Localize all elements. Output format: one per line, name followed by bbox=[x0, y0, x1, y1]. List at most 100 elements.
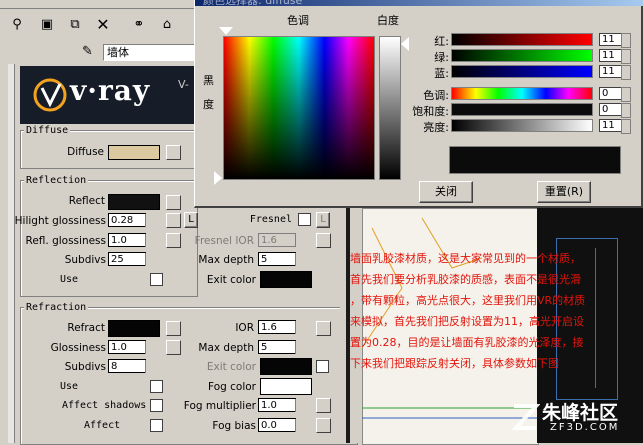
assign-icon[interactable]: ⧉ bbox=[66, 16, 84, 34]
refl-max-depth-input[interactable]: 5 bbox=[258, 252, 304, 266]
fog-bias-input[interactable]: 0.0 bbox=[258, 418, 304, 432]
hue-pointer-icon[interactable] bbox=[219, 27, 233, 35]
refl-exit-color-label: Exit color bbox=[206, 274, 256, 286]
annotation-line: 置为0.28，目的是让墙面有乳胶漆的光泽度，接 bbox=[350, 336, 584, 349]
hue-header: 色调 bbox=[287, 14, 309, 27]
refr-exit-color-swatch[interactable] bbox=[260, 358, 312, 375]
reflect-label: Reflect bbox=[68, 195, 105, 207]
color-picker-dialog: 颜色选择器: diffuse 色调 白度 黑 度 红: 11 绿: 11 蓝: … bbox=[194, 0, 643, 208]
refr-use-label: Use bbox=[60, 381, 79, 392]
red-bar[interactable] bbox=[451, 33, 593, 46]
red-input[interactable]: 11 bbox=[599, 33, 631, 48]
refl-max-depth-label: Max depth bbox=[198, 254, 254, 266]
refl-use-checkbox[interactable] bbox=[150, 273, 163, 286]
green-bar[interactable] bbox=[451, 49, 593, 62]
refract-map-button[interactable] bbox=[166, 321, 181, 336]
refl-subdivs-input[interactable]: 25 bbox=[108, 252, 154, 266]
refl-gloss-map-button[interactable] bbox=[166, 233, 181, 248]
diffuse-color-swatch[interactable] bbox=[108, 145, 160, 160]
whiteness-header: 白度 bbox=[377, 14, 399, 27]
hue-blackness-field[interactable] bbox=[223, 36, 375, 180]
whiteness-pointer-icon[interactable] bbox=[401, 37, 409, 51]
value-bar[interactable] bbox=[451, 119, 593, 132]
refr-max-depth-input[interactable]: 5 bbox=[258, 340, 304, 354]
refr-subdivs-label: Subdivs bbox=[64, 361, 106, 373]
put-icon[interactable]: ▣ bbox=[38, 16, 56, 34]
saturation-label: 饱和度: bbox=[412, 105, 449, 118]
refr-use-checkbox[interactable] bbox=[150, 380, 163, 393]
affect-checkbox[interactable] bbox=[150, 419, 163, 432]
hilight-glossiness-input[interactable]: 0.28 bbox=[108, 213, 154, 227]
reset-button[interactable]: 重置(R) bbox=[537, 181, 591, 203]
refr-subdivs-input[interactable]: 8 bbox=[108, 359, 154, 373]
refl-exit-color-swatch[interactable] bbox=[260, 271, 312, 288]
refl-subdivs-label: Subdivs bbox=[64, 254, 106, 266]
top-toolbar: ⚲ ▣ ⧉ ✕ ⚭ ⌂ bbox=[0, 0, 200, 44]
blackness-pointer-icon[interactable] bbox=[214, 171, 222, 185]
fog-bias-map-button[interactable] bbox=[316, 418, 331, 433]
annotation-line: 下来我们把跟踪反射关闭，具体参数如下图 bbox=[350, 357, 559, 370]
green-label: 绿: bbox=[434, 51, 449, 64]
reflect-color-swatch[interactable] bbox=[108, 194, 160, 210]
hue-bar[interactable] bbox=[451, 87, 593, 100]
value-label: 亮度: bbox=[423, 121, 449, 134]
blue-bar[interactable] bbox=[451, 65, 593, 78]
fog-color-swatch[interactable] bbox=[260, 378, 312, 395]
fog-multiplier-input[interactable]: 1.0 bbox=[258, 398, 304, 412]
saturation-bar[interactable] bbox=[451, 103, 593, 116]
fresnel-ior-map-button[interactable] bbox=[316, 233, 331, 248]
ior-map-button[interactable] bbox=[316, 321, 331, 336]
glossiness-input[interactable]: 1.0 bbox=[108, 340, 154, 354]
diffuse-label: Diffuse bbox=[67, 146, 104, 158]
vray-logo: v·ray V- bbox=[20, 66, 196, 124]
refr-exit-color-checkbox[interactable] bbox=[316, 360, 329, 373]
green-input[interactable]: 11 bbox=[599, 49, 631, 64]
fog-bias-label: Fog bias bbox=[212, 420, 256, 432]
eyedropper-icon[interactable]: ✎ bbox=[82, 44, 93, 59]
refract-label: Refract bbox=[67, 322, 105, 334]
reflect-map-button[interactable] bbox=[166, 195, 181, 210]
affect-shadows-checkbox[interactable] bbox=[150, 399, 163, 412]
hue-value-label: 色调: bbox=[423, 89, 449, 102]
fresnel-ior-input[interactable]: 1.6 bbox=[258, 233, 304, 247]
reflection-group-title: Reflection bbox=[24, 175, 89, 186]
refract-color-swatch[interactable] bbox=[108, 320, 160, 337]
glossiness-map-button[interactable] bbox=[166, 340, 181, 355]
fresnel-lock-button[interactable]: L bbox=[316, 212, 330, 228]
link-icon[interactable]: ⚭ bbox=[130, 16, 148, 34]
refr-exit-color-label: Exit color bbox=[206, 361, 256, 373]
hilight-lock-button[interactable]: L bbox=[184, 212, 198, 228]
material-icon[interactable]: ⌂ bbox=[158, 16, 176, 34]
refr-max-depth-label: Max depth bbox=[198, 342, 254, 354]
diffuse-group-title: Diffuse bbox=[24, 125, 71, 136]
blue-input[interactable]: 11 bbox=[599, 65, 631, 80]
material-name-field[interactable]: 墙体 bbox=[103, 44, 203, 61]
color-preview bbox=[449, 146, 621, 174]
fresnel-label: Fresnel bbox=[249, 214, 292, 225]
delete-icon[interactable]: ✕ bbox=[94, 16, 112, 34]
hilight-map-button[interactable] bbox=[166, 213, 181, 228]
saturation-input[interactable]: 0 bbox=[599, 103, 631, 118]
annotation-line: 来模拟，首先我们把反射设置为11，高光开启设 bbox=[350, 315, 584, 328]
dialog-titlebar[interactable]: 颜色选择器: diffuse bbox=[195, 0, 643, 7]
value-input[interactable]: 11 bbox=[599, 119, 631, 134]
annotation-line: 墙面乳胶漆材质，这是大家常见到的一个材质， bbox=[350, 252, 581, 265]
refl-glossiness-label: Refl. glossiness bbox=[25, 235, 107, 247]
hue-input[interactable]: 0 bbox=[599, 87, 631, 102]
fog-multiplier-label: Fog multiplier bbox=[183, 400, 256, 412]
red-label: 红: bbox=[434, 35, 449, 48]
annotation-line: ，带有颗粒，高光点很大，这里我们用VR的材质 bbox=[350, 294, 586, 307]
diffuse-map-button[interactable] bbox=[166, 145, 181, 160]
refl-glossiness-input[interactable]: 1.0 bbox=[108, 233, 154, 247]
fresnel-checkbox[interactable] bbox=[298, 213, 311, 226]
fog-multiplier-map-button[interactable] bbox=[316, 398, 331, 413]
close-button[interactable]: 关闭 bbox=[419, 181, 473, 203]
refl-use-label: Use bbox=[60, 274, 79, 285]
whiteness-slider[interactable] bbox=[379, 36, 401, 180]
ior-input[interactable]: 1.6 bbox=[258, 320, 304, 334]
ior-label: IOR bbox=[235, 322, 254, 334]
blue-label: 蓝: bbox=[434, 67, 449, 80]
hilight-glossiness-label: Hilight glossiness bbox=[14, 215, 106, 227]
pick-icon[interactable]: ⚲ bbox=[8, 16, 26, 34]
refraction-group-title: Refraction bbox=[24, 302, 89, 313]
